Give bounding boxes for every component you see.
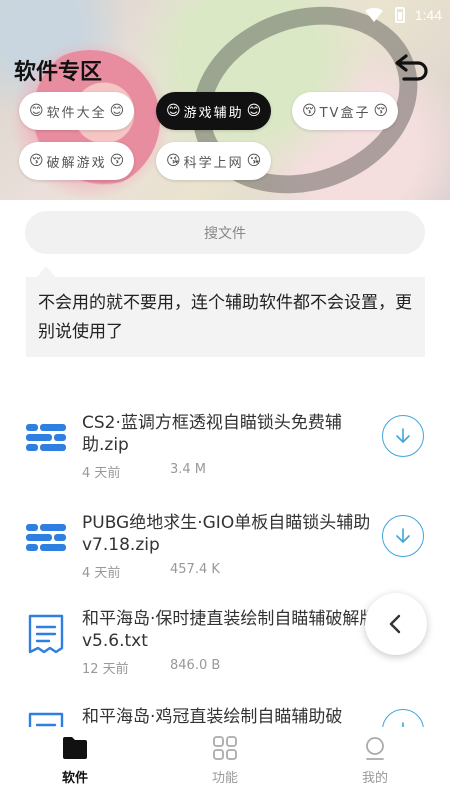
undo-icon	[395, 54, 428, 81]
wifi-icon	[362, 8, 385, 22]
chip-game-assist[interactable]: 😊 游戏辅助 😊	[156, 92, 272, 130]
chip-software-all[interactable]: 😊 软件大全 😊	[19, 92, 135, 130]
file-name: CS2·蓝调方框透视自瞄锁头免费辅助.zip	[82, 413, 342, 455]
kiss-icon: 😚	[29, 153, 44, 169]
file-size: 457.4 K	[170, 562, 220, 577]
download-icon	[396, 528, 410, 543]
search-input[interactable]: 搜文件	[25, 211, 425, 254]
page-title: 软件专区	[14, 60, 103, 85]
smile-icon: 😊	[246, 103, 262, 119]
chip-label: 破解游戏	[46, 155, 107, 171]
smile-icon: 😊	[29, 103, 44, 119]
status-bar: 1:44	[362, 0, 442, 30]
search-placeholder: 搜文件	[204, 225, 246, 242]
nav-software[interactable]: 软件	[0, 727, 150, 800]
file-date: 4 天前	[82, 566, 121, 581]
chip-cracked-games[interactable]: 😚 破解游戏 😚	[19, 142, 135, 180]
text-file-icon	[28, 614, 64, 654]
archive-icon	[26, 424, 66, 451]
collapse-button[interactable]	[365, 593, 427, 655]
file-size: 3.4 M	[170, 462, 207, 477]
file-name: PUBG绝地求生·GIO单板自瞄锁头辅助 v7.18.zip	[82, 513, 371, 555]
nav-label: 功能	[211, 771, 238, 786]
file-item[interactable]: CS2·蓝调方框透视自瞄锁头免费辅助.zip 4 天前 3.4 M	[0, 412, 450, 492]
file-name: 和平海岛·鸡冠直装绘制自瞄辅助破	[82, 707, 343, 727]
chip-tv-box[interactable]: 😚 TV盒子 😚	[292, 92, 399, 130]
smile-icon: 😊	[166, 103, 181, 119]
user-icon	[366, 737, 384, 760]
chip-vpn[interactable]: 😘 科学上网 😘	[156, 142, 272, 180]
nav-label: 我的	[361, 771, 388, 786]
nav-label: 软件	[61, 771, 88, 786]
notice-message: 不会用的就不要用，连个辅助软件都不会设置，更别说使用了	[26, 277, 425, 357]
file-item[interactable]: PUBG绝地求生·GIO单板自瞄锁头辅助 v7.18.zip 4 天前 457.…	[0, 512, 450, 592]
smile-icon: 😊	[109, 103, 125, 119]
chip-label: TV盒子	[319, 105, 371, 121]
file-date: 12 天前	[82, 662, 129, 677]
chevron-left-icon	[389, 614, 401, 634]
file-date: 4 天前	[82, 466, 121, 481]
file-name: 和平海岛·保时捷直装绘制自瞄辅破解版 v5.6.txt	[82, 609, 377, 651]
grid-icon	[213, 736, 237, 760]
download-icon	[396, 428, 410, 443]
folder-icon	[63, 737, 87, 759]
nav-features[interactable]: 功能	[150, 727, 300, 800]
download-button[interactable]	[382, 515, 424, 557]
kiss-icon: 😚	[302, 103, 317, 119]
chip-label: 科学上网	[183, 155, 244, 171]
file-size: 846.0 B	[170, 658, 221, 673]
chip-label: 游戏辅助	[183, 105, 244, 121]
back-button[interactable]	[392, 50, 432, 84]
blow-kiss-icon: 😘	[166, 153, 181, 169]
status-time: 1:44	[414, 7, 442, 23]
kiss-icon: 😚	[373, 103, 389, 119]
bottom-nav: 软件 功能 我的	[0, 727, 450, 800]
blow-kiss-icon: 😘	[246, 153, 262, 169]
chip-label: 软件大全	[46, 105, 107, 121]
kiss-icon: 😚	[109, 153, 125, 169]
download-button[interactable]	[382, 415, 424, 457]
nav-profile[interactable]: 我的	[300, 727, 450, 800]
battery-icon	[394, 7, 405, 23]
archive-icon	[26, 524, 66, 551]
